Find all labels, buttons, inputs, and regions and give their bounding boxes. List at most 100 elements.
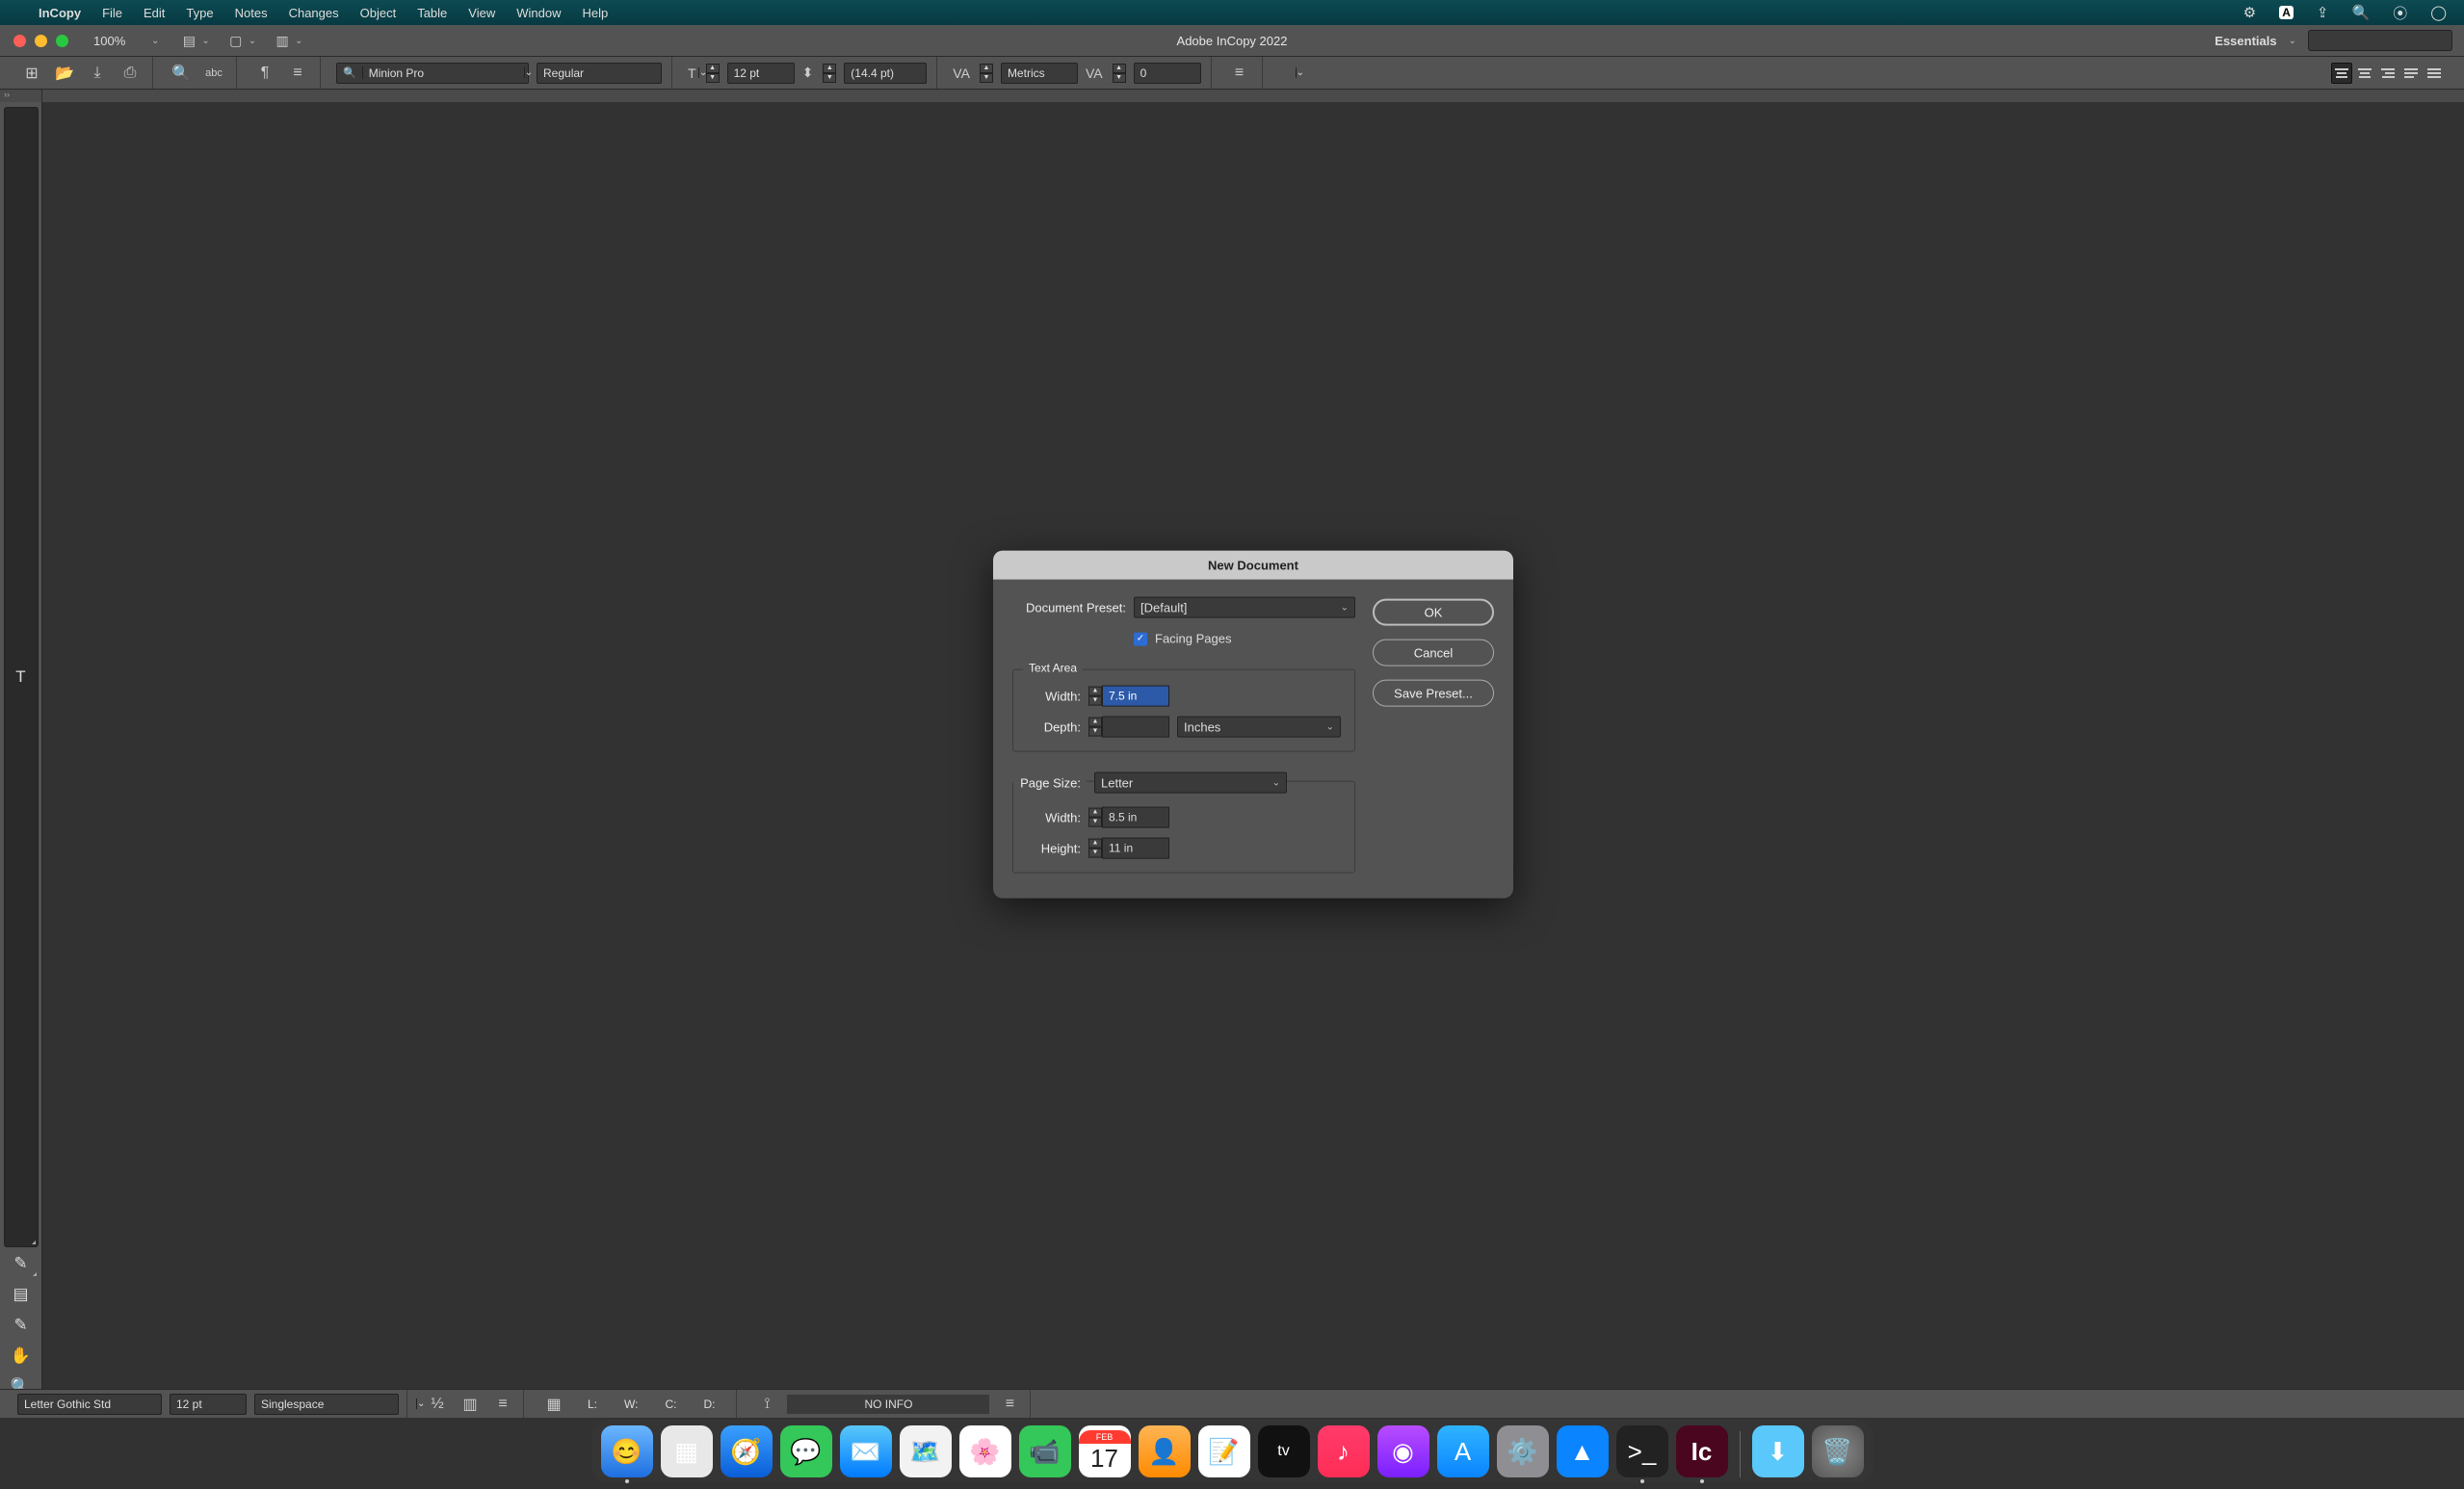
font-family-combo[interactable]: 🔍 ⌄ [336,63,529,84]
dock-trash[interactable]: 🗑️ [1812,1425,1864,1477]
open-icon[interactable]: 📂 [52,61,77,86]
justify-all-button[interactable] [2424,63,2445,84]
arrange-group[interactable]: ▥⌄ [270,30,306,51]
save-preset-button[interactable]: Save Preset... [1373,680,1494,707]
chevron-down-icon[interactable]: ⌄ [2289,36,2296,46]
panel-menu-icon[interactable]: ≡ [285,61,310,86]
leading-stepper[interactable]: ▲▼ [823,64,836,83]
window-minimize-button[interactable] [35,35,47,47]
kerning-combo[interactable]: ⌄ [1001,63,1078,84]
ta-depth-unit-select[interactable]: Inches ⌄ [1177,717,1341,738]
dock-incopy[interactable]: Ic [1676,1425,1728,1477]
document-canvas[interactable]: New Document Document Preset: [Default] … [42,102,2464,1402]
dock-facetime[interactable]: 📹 [1019,1425,1071,1477]
ruler-origin[interactable]: ›› [0,90,42,102]
dock-terminal[interactable]: >_ [1616,1425,1668,1477]
spotlight-icon[interactable]: 🔍 [2352,4,2371,21]
type-tool[interactable]: T [4,107,39,1247]
chevron-down-icon[interactable]: ⌄ [1296,67,1304,78]
sync-icon[interactable]: ⇪ [2317,4,2329,21]
zoom-level[interactable]: 100% [93,34,138,48]
tracking-combo[interactable]: ⌄ [1134,63,1201,84]
ps-height-input[interactable] [1102,838,1169,859]
app-menu[interactable]: InCopy [39,6,81,20]
line-count-icon[interactable]: ½ [425,1392,450,1417]
bottom-size-combo[interactable]: ⌄ [170,1394,247,1415]
dock-calendar[interactable]: FEB 17 [1079,1425,1131,1477]
panel-menu-icon[interactable]: ≡ [490,1392,515,1417]
menu-notes[interactable]: Notes [235,6,268,20]
justify-left-button[interactable] [2400,63,2422,84]
menu-type[interactable]: Type [186,6,213,20]
menu-window[interactable]: Window [516,6,561,20]
copyfit-icon[interactable]: ▦ [541,1392,566,1417]
window-close-button[interactable] [13,35,26,47]
dock-podcasts[interactable]: ◉ [1377,1425,1429,1477]
bottom-spacing-combo[interactable]: ⌄ [254,1394,399,1415]
ta-depth-input[interactable] [1102,717,1169,738]
screen-mode-group[interactable]: ▢⌄ [223,30,260,51]
column-view-icon[interactable]: ▥ [458,1392,483,1417]
menu-object[interactable]: Object [360,6,397,20]
dock-photos[interactable]: 🌸 [959,1425,1011,1477]
align-center-button[interactable] [2354,63,2375,84]
ta-width-stepper[interactable]: ▲▼ [1088,687,1102,706]
dock-notes[interactable]: 📝 [1198,1425,1250,1477]
dock-appstore[interactable]: A [1437,1425,1489,1477]
menu-changes[interactable]: Changes [289,6,339,20]
zoom-dropdown-icon[interactable]: ⌄ [151,36,159,46]
menu-view[interactable]: View [468,6,495,20]
font-family-input[interactable] [363,66,524,80]
ok-button[interactable]: OK [1373,599,1494,626]
find-icon[interactable]: 🔍 [169,61,194,86]
dock-downloads[interactable]: ⬇ [1752,1425,1804,1477]
tracking-stepper[interactable]: ▲▼ [1113,64,1126,83]
menu-file[interactable]: File [102,6,122,20]
dock-mail[interactable]: ✉️ [840,1425,892,1477]
input-source-icon[interactable]: A [2279,6,2294,19]
page-size-select[interactable]: Letter ⌄ [1094,772,1287,794]
tracking-input[interactable] [1135,66,1296,80]
menubar-extra-icon[interactable]: ⚙︎ [2243,4,2256,21]
dock-settings[interactable]: ⚙️ [1497,1425,1549,1477]
ps-width-stepper[interactable]: ▲▼ [1088,808,1102,827]
bottom-font-input[interactable] [18,1398,179,1411]
ta-width-input[interactable] [1102,686,1169,707]
ps-height-stepper[interactable]: ▲▼ [1088,839,1102,858]
user-icon[interactable]: ◯ [2430,4,2447,21]
note-tool[interactable]: ✎ [4,1249,39,1278]
chevron-down-icon[interactable]: ⌄ [524,67,533,78]
ta-depth-stepper[interactable]: ▲▼ [1088,718,1102,737]
dock-finder[interactable]: 😊 [601,1425,653,1477]
dock-music[interactable]: ♪ [1318,1425,1370,1477]
document-preset-select[interactable]: [Default] ⌄ [1134,597,1355,618]
panel-menu-icon[interactable]: ≡ [1227,61,1252,86]
font-size-combo[interactable]: ⌄ [727,63,795,84]
cancel-button[interactable]: Cancel [1373,640,1494,666]
workspace-switcher[interactable]: Essentials [2215,34,2276,48]
hand-tool[interactable]: ✋ [4,1342,39,1371]
dock-messages[interactable]: 💬 [780,1425,832,1477]
new-icon[interactable]: ⊞ [19,61,44,86]
dock-contacts[interactable]: 👤 [1139,1425,1191,1477]
facing-pages-label[interactable]: Facing Pages [1155,632,1232,646]
save-icon[interactable]: ⤓ [85,61,110,86]
print-icon[interactable]: ⎙ [118,61,143,86]
leading-combo[interactable]: ⌄ [844,63,927,84]
font-style-combo[interactable]: ⌄ [537,63,662,84]
window-zoom-button[interactable] [56,35,68,47]
dock-safari[interactable]: 🧭 [721,1425,773,1477]
font-size-stepper[interactable]: ▲▼ [706,64,720,83]
kerning-stepper[interactable]: ▲▼ [980,64,993,83]
ps-width-input[interactable] [1102,807,1169,828]
align-right-button[interactable] [2377,63,2398,84]
dock-maps[interactable]: 🗺️ [900,1425,952,1477]
menu-help[interactable]: Help [582,6,608,20]
panel-menu-icon[interactable]: ≡ [997,1392,1022,1417]
dock-launchpad[interactable]: ▦ [661,1425,713,1477]
dock-app-generic[interactable]: ▲ [1557,1425,1609,1477]
help-search-field[interactable] [2308,30,2452,51]
pilcrow-icon[interactable]: ¶ [252,61,277,86]
control-center-icon[interactable]: ⦿ [2393,3,2407,23]
spellcheck-icon[interactable]: abc [201,61,226,86]
